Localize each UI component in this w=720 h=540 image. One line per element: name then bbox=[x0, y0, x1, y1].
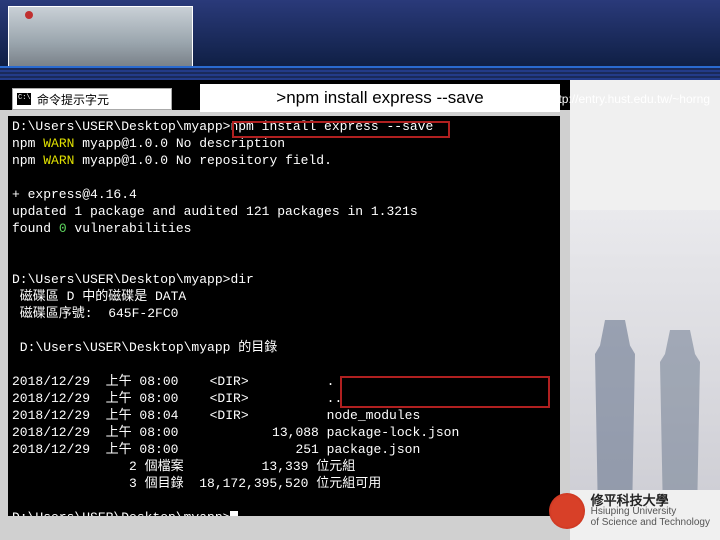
table-row: 2018/12/29 上午 08:00 <DIR> .. bbox=[12, 391, 342, 406]
typed-command: npm install express --save bbox=[230, 119, 433, 134]
university-seal-icon bbox=[549, 493, 585, 529]
table-row: 2018/12/29 上午 08:00 <DIR> . bbox=[12, 374, 334, 389]
dir-summary: 3 個目錄 18,172,395,520 位元組可用 bbox=[12, 476, 381, 491]
prompt: D:\Users\USER\Desktop\myapp> bbox=[12, 510, 230, 516]
warn-msg: myapp@1.0.0 No repository field. bbox=[74, 153, 331, 168]
university-name-cn: 修平科技大學 bbox=[591, 495, 710, 506]
university-logo: 修平科技大學 Hsiuping University of Science an… bbox=[549, 490, 710, 532]
vuln-a: found bbox=[12, 221, 59, 236]
dir-summary: 2 個檔案 13,339 位元組 bbox=[12, 459, 355, 474]
terminal-output[interactable]: D:\Users\USER\Desktop\myapp>npm install … bbox=[8, 116, 560, 516]
terminal-title: 命令提示字元 bbox=[37, 91, 109, 108]
terminal-titlebar[interactable]: 命令提示字元 bbox=[12, 88, 172, 110]
campus-photo bbox=[8, 6, 193, 68]
dir-volume: 磁碟區 D 中的磁碟是 DATA bbox=[12, 289, 186, 304]
header-separator bbox=[0, 66, 720, 80]
warn-tag: WARN bbox=[43, 136, 74, 151]
table-row: 2018/12/29 上午 08:04 <DIR> node_modules bbox=[12, 408, 420, 423]
warn-tag: WARN bbox=[43, 153, 74, 168]
vuln-b: vulnerabilities bbox=[67, 221, 192, 236]
university-name-en1: Hsiuping University bbox=[591, 506, 710, 517]
table-row: 2018/12/29 上午 08:00 251 package.json bbox=[12, 442, 420, 457]
table-row: 2018/12/29 上午 08:00 13,088 package-lock.… bbox=[12, 425, 459, 440]
dir-serial: 磁碟區序號: 645F-2FC0 bbox=[12, 306, 178, 321]
slide-header bbox=[0, 0, 720, 80]
pkg-added: + express@4.16.4 bbox=[12, 187, 137, 202]
dir-of: D:\Users\USER\Desktop\myapp 的目錄 bbox=[12, 340, 277, 355]
warn-msg: myapp@1.0.0 No description bbox=[74, 136, 285, 151]
npm-prefix: npm bbox=[12, 153, 43, 168]
cmd-icon bbox=[17, 93, 31, 105]
pkg-updated: updated 1 package and audited 121 packag… bbox=[12, 204, 418, 219]
university-name: 修平科技大學 Hsiuping University of Science an… bbox=[591, 495, 710, 528]
prompt: D:\Users\USER\Desktop\myapp> bbox=[12, 119, 230, 134]
command-headline-text: >npm install express --save bbox=[276, 88, 483, 108]
vuln-count: 0 bbox=[59, 221, 67, 236]
cursor-icon bbox=[230, 511, 238, 516]
typed-command: dir bbox=[230, 272, 253, 287]
background-figures bbox=[570, 210, 720, 490]
slide-right-panel bbox=[570, 80, 720, 540]
command-headline: >npm install express --save bbox=[200, 84, 560, 112]
npm-prefix: npm bbox=[12, 136, 43, 151]
prompt: D:\Users\USER\Desktop\myapp> bbox=[12, 272, 230, 287]
page-url: http://entry.hust.edu.tw/~horng bbox=[548, 92, 710, 106]
university-name-en2: of Science and Technology bbox=[591, 517, 710, 528]
